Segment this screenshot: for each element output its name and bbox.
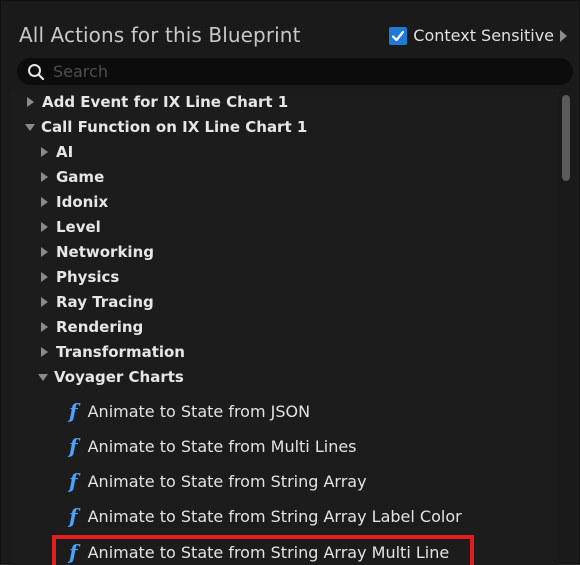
- function-item[interactable]: f Animate to State from Multi Lines: [69, 429, 357, 463]
- expand-arrow-icon[interactable]: [27, 96, 34, 107]
- function-label: Animate to State from String Array: [87, 471, 367, 491]
- expand-arrow-icon[interactable]: [41, 221, 48, 232]
- search-icon: [27, 63, 45, 81]
- category-game[interactable]: Game: [41, 164, 104, 189]
- function-item[interactable]: f Animate to State from String Array Lab…: [69, 499, 462, 533]
- category-label: AI: [56, 142, 74, 161]
- category-label: Physics: [56, 267, 120, 286]
- expand-arrow-icon[interactable]: [41, 296, 48, 307]
- scrollbar-thumb[interactable]: [562, 95, 570, 181]
- function-label: Animate to State from String Array Label…: [87, 506, 462, 526]
- checkmark-icon: [392, 30, 405, 41]
- category-transformation[interactable]: Transformation: [41, 339, 185, 364]
- context-sensitive-toggle[interactable]: Context Sensitive: [389, 26, 567, 45]
- action-tree: Add Event for IX Line Chart 1 Call Funct…: [11, 89, 559, 565]
- category-label: Transformation: [56, 342, 185, 361]
- category-label: Networking: [56, 242, 154, 261]
- panel-title: All Actions for this Blueprint: [19, 23, 301, 47]
- function-icon: f: [69, 434, 78, 458]
- category-label: Ray Tracing: [56, 292, 154, 311]
- category-label: Game: [56, 167, 105, 186]
- tree-item-label: Call Function on IX Line Chart 1: [41, 117, 308, 136]
- function-icon: f: [69, 399, 78, 423]
- expand-arrow-icon[interactable]: [41, 246, 48, 257]
- function-label: Animate to State from JSON: [87, 401, 311, 421]
- category-ray-tracing[interactable]: Ray Tracing: [41, 289, 154, 314]
- expand-arrow-icon[interactable]: [41, 271, 48, 282]
- collapse-arrow-icon[interactable]: [25, 124, 35, 131]
- tree-scrollbar[interactable]: [561, 93, 571, 563]
- function-label: Animate to State from Multi Lines: [87, 436, 357, 456]
- category-voyager-charts[interactable]: Voyager Charts: [38, 364, 184, 389]
- highlight-box: [52, 535, 474, 565]
- category-networking[interactable]: Networking: [41, 239, 154, 264]
- function-item[interactable]: f Animate to State from String Array: [69, 464, 367, 498]
- category-label: Level: [56, 217, 101, 236]
- expand-arrow-icon[interactable]: [41, 321, 48, 332]
- context-sensitive-label: Context Sensitive: [413, 26, 554, 45]
- function-icon: f: [69, 469, 78, 493]
- category-label: Idonix: [56, 192, 109, 211]
- search-input[interactable]: Search: [53, 62, 108, 81]
- category-idonix[interactable]: Idonix: [41, 189, 108, 214]
- category-label: Rendering: [56, 317, 144, 336]
- expand-arrow-icon[interactable]: [41, 171, 48, 182]
- category-ai[interactable]: AI: [41, 139, 73, 164]
- search-box[interactable]: Search: [17, 58, 573, 85]
- category-physics[interactable]: Physics: [41, 264, 119, 289]
- tree-item-label: Add Event for IX Line Chart 1: [42, 92, 289, 111]
- tree-item-add-event[interactable]: Add Event for IX Line Chart 1: [27, 89, 288, 114]
- expand-arrow-icon[interactable]: [41, 346, 48, 357]
- category-rendering[interactable]: Rendering: [41, 314, 143, 339]
- collapse-arrow-icon[interactable]: [38, 374, 48, 381]
- function-icon: f: [69, 504, 78, 528]
- panel-header: All Actions for this Blueprint Context S…: [1, 11, 580, 57]
- context-sensitive-checkbox[interactable]: [389, 26, 408, 45]
- expand-arrow-icon[interactable]: [41, 196, 48, 207]
- chevron-right-icon[interactable]: [560, 29, 567, 42]
- category-level[interactable]: Level: [41, 214, 101, 239]
- blueprint-actions-panel: All Actions for this Blueprint Context S…: [0, 0, 580, 565]
- function-item[interactable]: f Animate to State from JSON: [69, 394, 310, 428]
- tree-item-call-function[interactable]: Call Function on IX Line Chart 1: [25, 114, 307, 139]
- category-label: Voyager Charts: [54, 367, 184, 386]
- expand-arrow-icon[interactable]: [41, 146, 48, 157]
